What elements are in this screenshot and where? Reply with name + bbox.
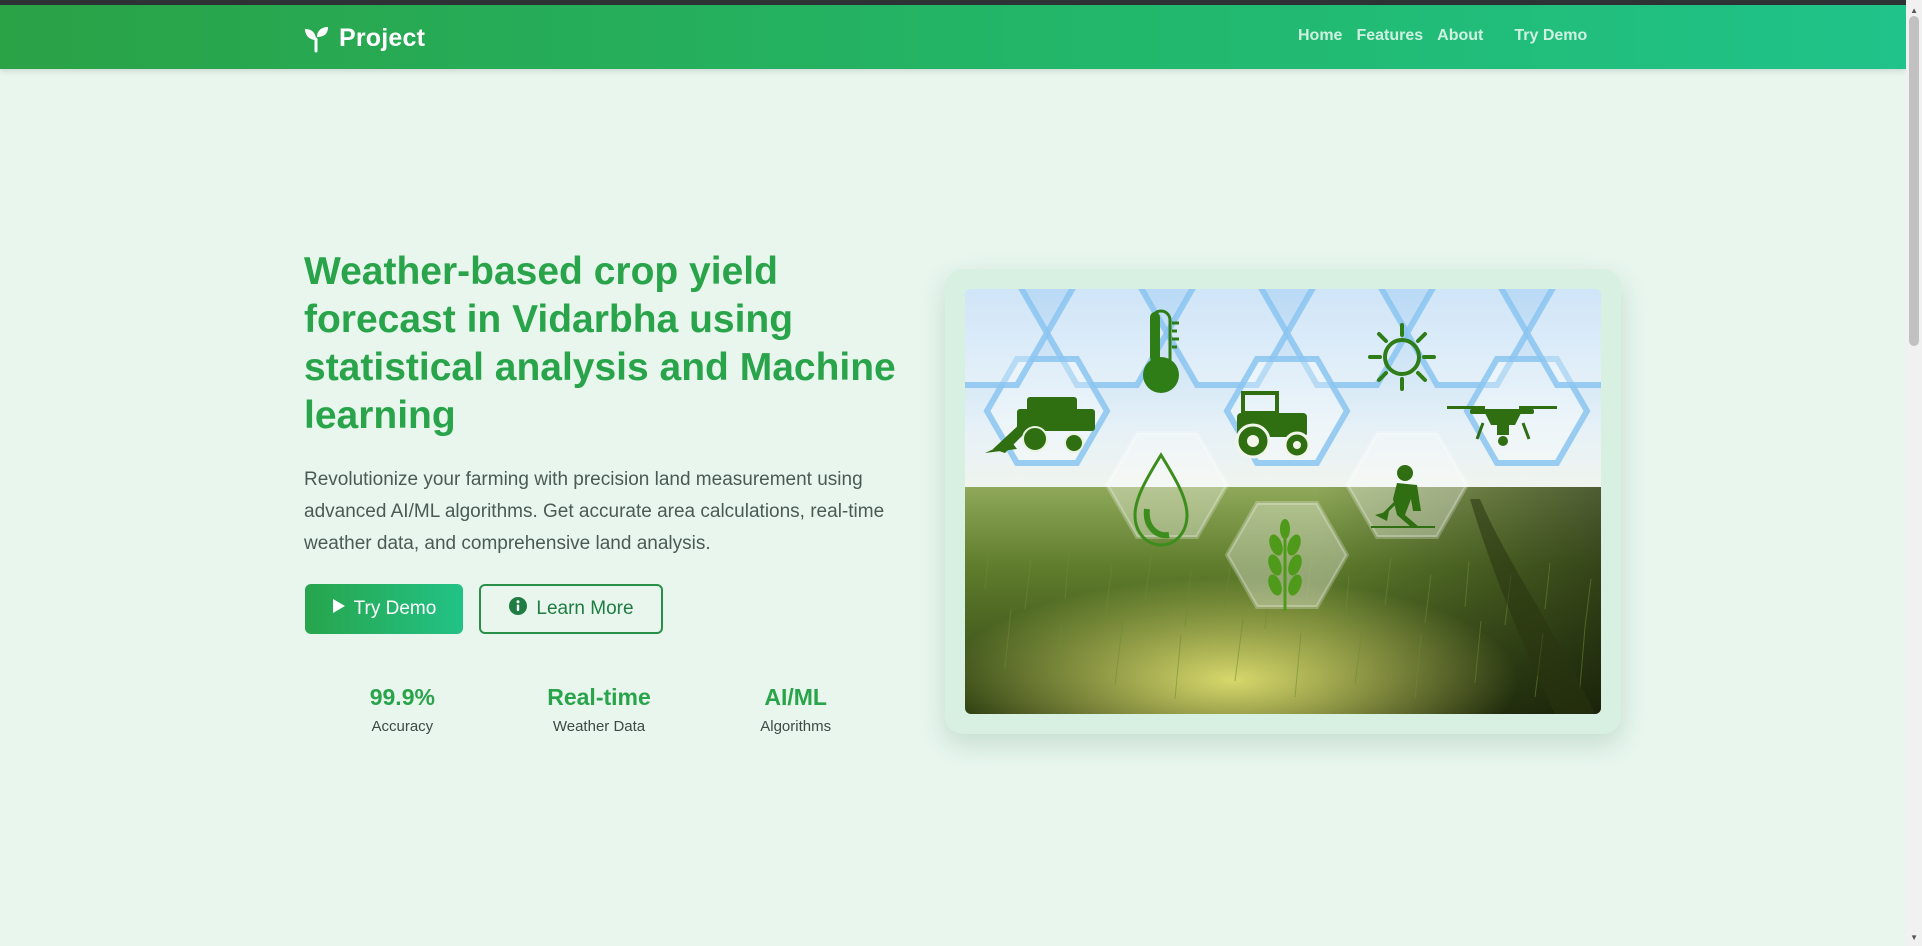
- stat-accuracy: 99.9% Accuracy: [304, 684, 501, 735]
- navbar: Project Home Features About Try Demo: [0, 5, 1906, 69]
- scroll-down-icon[interactable]: ▼: [1910, 933, 1918, 942]
- info-icon: [508, 596, 528, 622]
- nav-features-link[interactable]: Features: [1356, 27, 1423, 45]
- brand-link[interactable]: Project: [303, 24, 425, 53]
- stat-label: Accuracy: [371, 718, 434, 735]
- scroll-up-icon[interactable]: ▲: [1910, 6, 1918, 15]
- nav-try-demo-link[interactable]: Try Demo: [1514, 27, 1587, 45]
- stat-label: Weather Data: [552, 718, 646, 735]
- try-demo-label: Try Demo: [353, 598, 437, 619]
- stat-algorithms: AI/ML Algorithms: [697, 684, 894, 735]
- stat-value: 99.9%: [369, 684, 435, 710]
- hero-image-frame: [945, 269, 1621, 734]
- stat-value: Real-time: [547, 684, 651, 710]
- nav-home-link[interactable]: Home: [1298, 27, 1342, 45]
- try-demo-button[interactable]: Try Demo: [305, 584, 463, 634]
- nav-about-link[interactable]: About: [1437, 27, 1483, 45]
- stats-row: 99.9% Accuracy Real-time Weather Data AI…: [304, 684, 894, 735]
- page-scrollbar[interactable]: ▲ ▼: [1906, 0, 1922, 946]
- hero-description: Revolutionize your farming with precisio…: [304, 469, 885, 554]
- learn-more-label: Learn More: [536, 598, 634, 619]
- nav-links: Home Features About Try Demo: [1298, 27, 1601, 45]
- hero-image: [965, 289, 1601, 714]
- play-icon: [332, 598, 346, 620]
- scroll-thumb[interactable]: [1909, 16, 1919, 346]
- learn-more-button[interactable]: Learn More: [479, 584, 663, 634]
- stat-weather: Real-time Weather Data: [501, 684, 698, 735]
- sprout-icon: [303, 25, 331, 53]
- brand-name: Project: [339, 24, 426, 52]
- hero-title: Weather-based crop yield forecast in Vid…: [304, 250, 896, 437]
- stat-value: AI/ML: [764, 684, 827, 710]
- stat-label: Algorithms: [760, 718, 832, 735]
